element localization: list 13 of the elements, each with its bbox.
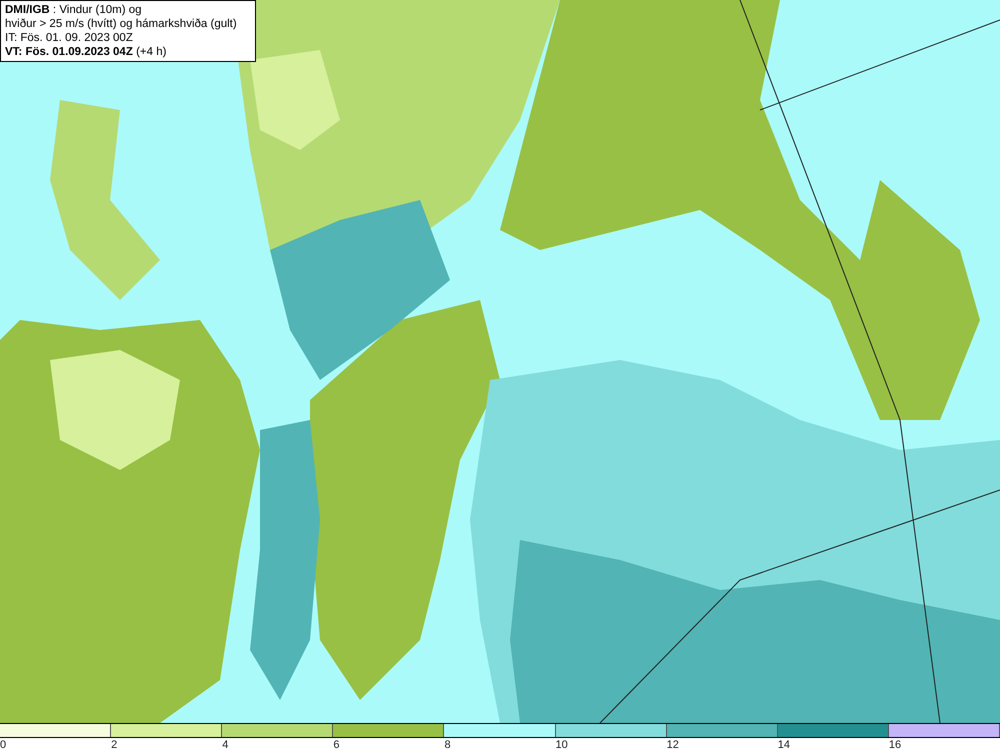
- issue-time: IT: Fös. 01. 09. 2023 00Z: [5, 31, 134, 45]
- valid-time: VT: Fös. 01.09.2023 04Z (+4 h): [5, 45, 168, 59]
- legend-label: 6: [333, 739, 340, 751]
- map-subtitle: hviður > 25 m/s (hvítt) og hámarkshviða (gult): [5, 17, 238, 31]
- map-title: DMI/IGB : Vindur (10m) og: [5, 3, 143, 17]
- legend-label: 14: [778, 739, 790, 751]
- legend-label: 4: [222, 739, 228, 751]
- legend-label: 12: [666, 739, 679, 751]
- legend-label: 2: [111, 739, 118, 751]
- legend-label: 0: [0, 739, 6, 751]
- legend-label: 8: [444, 739, 451, 751]
- legend-label: 16: [888, 739, 902, 751]
- legend-label: 10: [556, 739, 568, 751]
